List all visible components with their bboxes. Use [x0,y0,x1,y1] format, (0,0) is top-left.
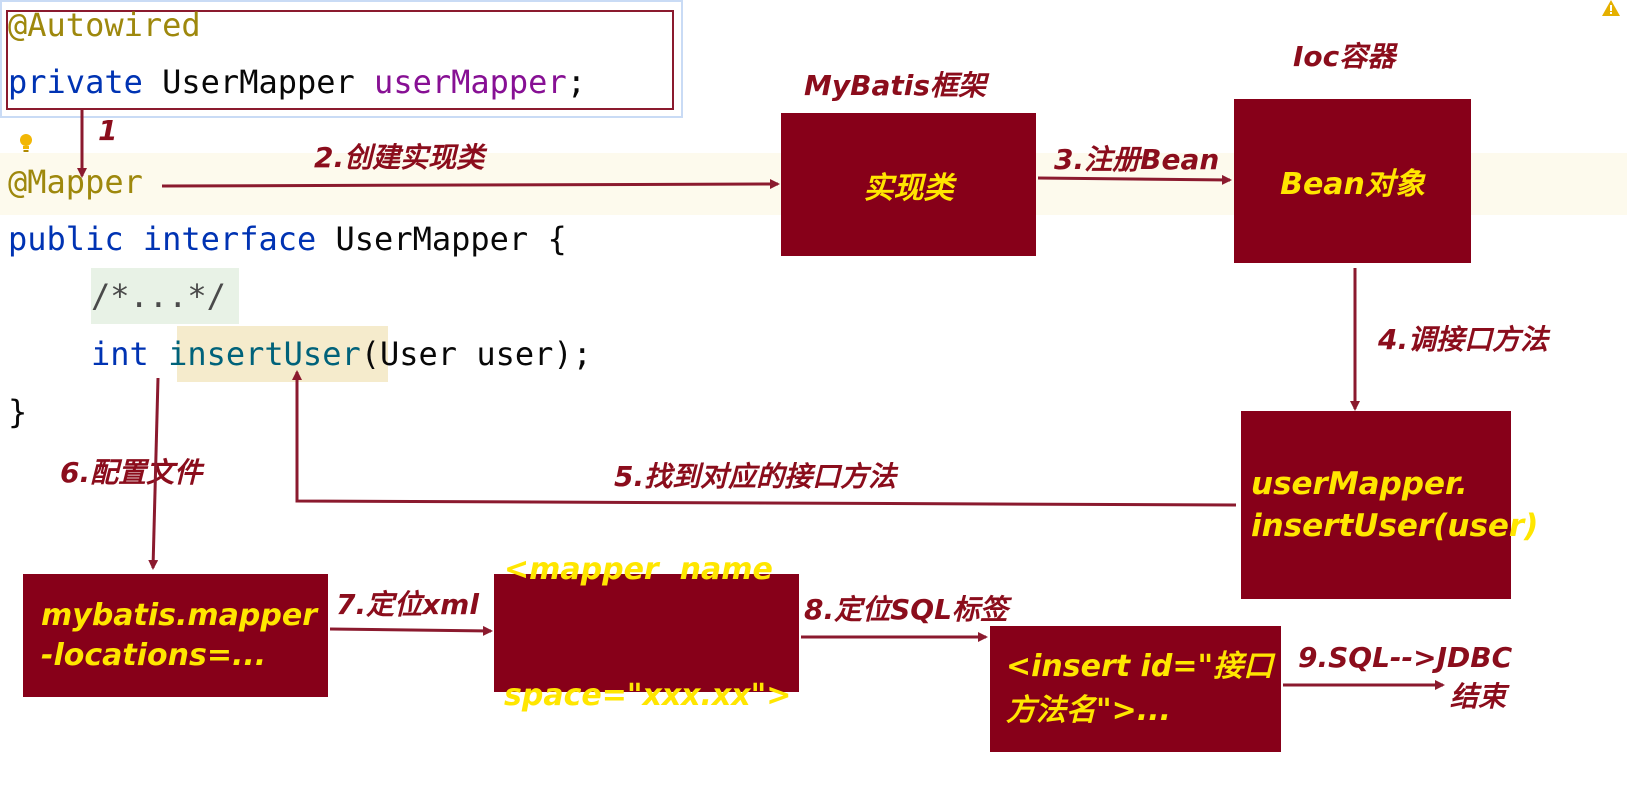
arrow-step2 [161,179,780,190]
arrow-step5 [292,370,1237,507]
arrow-step3 [1037,174,1232,185]
arrow-step6 [148,377,160,570]
flow-arrows [77,110,1445,690]
arrow-step7 [329,625,493,636]
